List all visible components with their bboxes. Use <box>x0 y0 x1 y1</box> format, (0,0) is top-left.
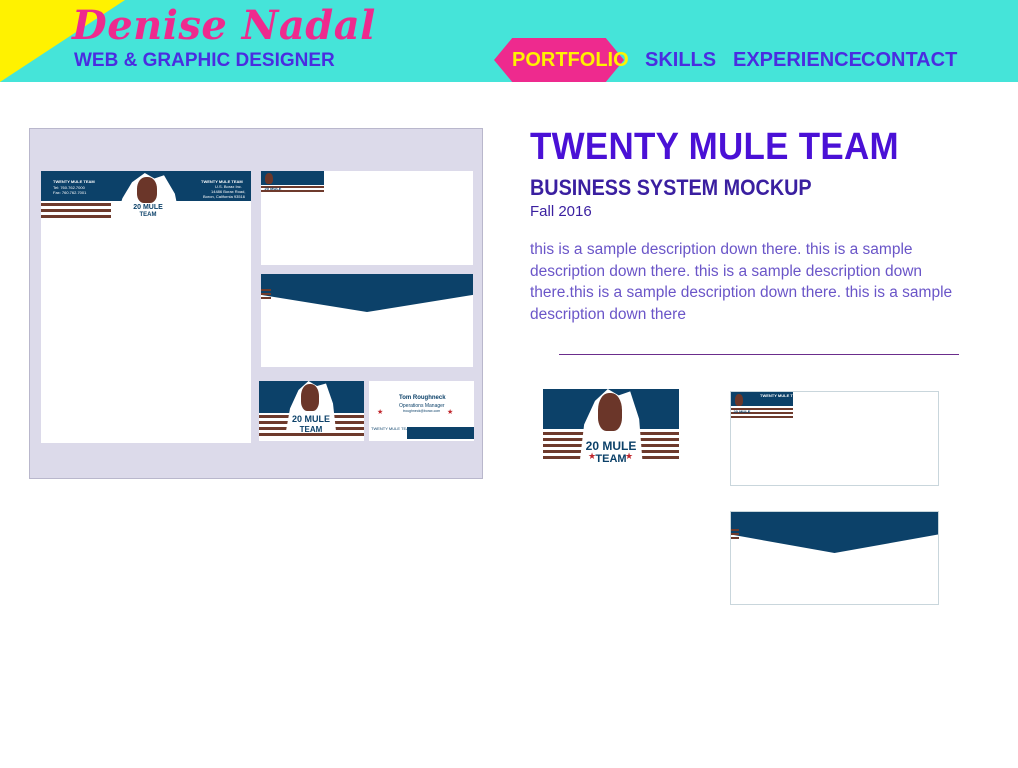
card-back-banner <box>407 427 474 439</box>
mule-icon <box>735 394 743 406</box>
brand-tagline: WEB & GRAPHIC DESIGNER <box>74 50 335 71</box>
star-icon: ★ <box>377 408 384 416</box>
thumb-envelope-stripes <box>731 529 739 541</box>
nav-contact[interactable]: CONTACT <box>861 49 957 72</box>
thumb-notecard-logo-word: 20 MULE <box>733 409 751 414</box>
business-card-back: Tom Roughneck Operations Manager troughn… <box>369 381 474 441</box>
envelope-stripes <box>261 289 271 301</box>
site-header: Denise Nadal WEB & GRAPHIC DESIGNER PORT… <box>0 0 1018 82</box>
star-icon: ★ <box>625 452 634 462</box>
thumbnail-logo[interactable]: 20 MULE TEAM ★ ★ <box>543 389 679 468</box>
project-subtitle: BUSINESS SYSTEM MOCKUP <box>530 175 812 200</box>
star-icon: ★ <box>588 452 597 462</box>
letterhead-mockup: TWENTY MULE TEAM Tel: 760.762.7000 Fax: … <box>41 171 251 443</box>
envelope-flap <box>261 274 473 312</box>
card-logo-word-2: TEAM <box>299 425 323 434</box>
card-back-company: TWENTY MULE TEAM <box>371 426 413 431</box>
project-date: Fall 2016 <box>530 203 592 220</box>
envelope-mockup <box>261 274 473 367</box>
nav-portfolio[interactable]: PORTFOLIO <box>512 49 629 72</box>
mule-icon <box>301 384 319 411</box>
business-card-front: 20 MULE TEAM <box>259 381 364 441</box>
thumb-logo-word: 20 MULE <box>585 439 637 453</box>
project-description: this is a sample description down there.… <box>530 241 953 323</box>
thumb-notecard-company: TWENTY MULE TEAM <box>760 393 802 398</box>
nav-skills[interactable]: SKILLS <box>645 49 716 72</box>
card-person-name: Tom Roughneck <box>399 395 446 401</box>
notecard-logo-word: 20 MULE <box>264 186 282 191</box>
card-logo-word: 20 MULE <box>291 414 330 424</box>
thumb-envelope-flap <box>731 512 938 553</box>
card-email: troughneck@borax.com <box>403 409 441 413</box>
project-main-image: TWENTY MULE TEAM Tel: 760.762.7000 Fax: … <box>29 128 483 479</box>
brand-logo-name[interactable]: Denise Nadal <box>72 2 376 49</box>
thumbnail-envelope[interactable] <box>730 511 939 605</box>
letterhead-logo-word: 20 MULE <box>133 204 163 211</box>
letterhead-logo-word-2: TEAM <box>139 212 157 218</box>
nav-experience[interactable]: EXPERIENCE <box>733 49 862 72</box>
mule-icon <box>598 393 622 431</box>
project-title: TWENTY MULE TEAM <box>530 126 899 168</box>
star-icon: ★ <box>447 408 454 416</box>
mule-icon <box>265 173 273 184</box>
letterhead-company: TWENTY MULE TEAM <box>53 179 95 184</box>
letterhead-address-3: Boron, California 93516 <box>203 194 246 199</box>
thumbnail-notecard[interactable]: TWENTY MULE TEAM 20 MULE <box>730 391 939 486</box>
mule-icon <box>137 177 157 203</box>
letterhead-stripes-left <box>41 203 111 221</box>
letterhead-fax: Fax: 760.762.7001 <box>53 190 87 195</box>
notecard-mockup: 20 MULE <box>261 171 473 265</box>
section-divider <box>559 354 959 355</box>
